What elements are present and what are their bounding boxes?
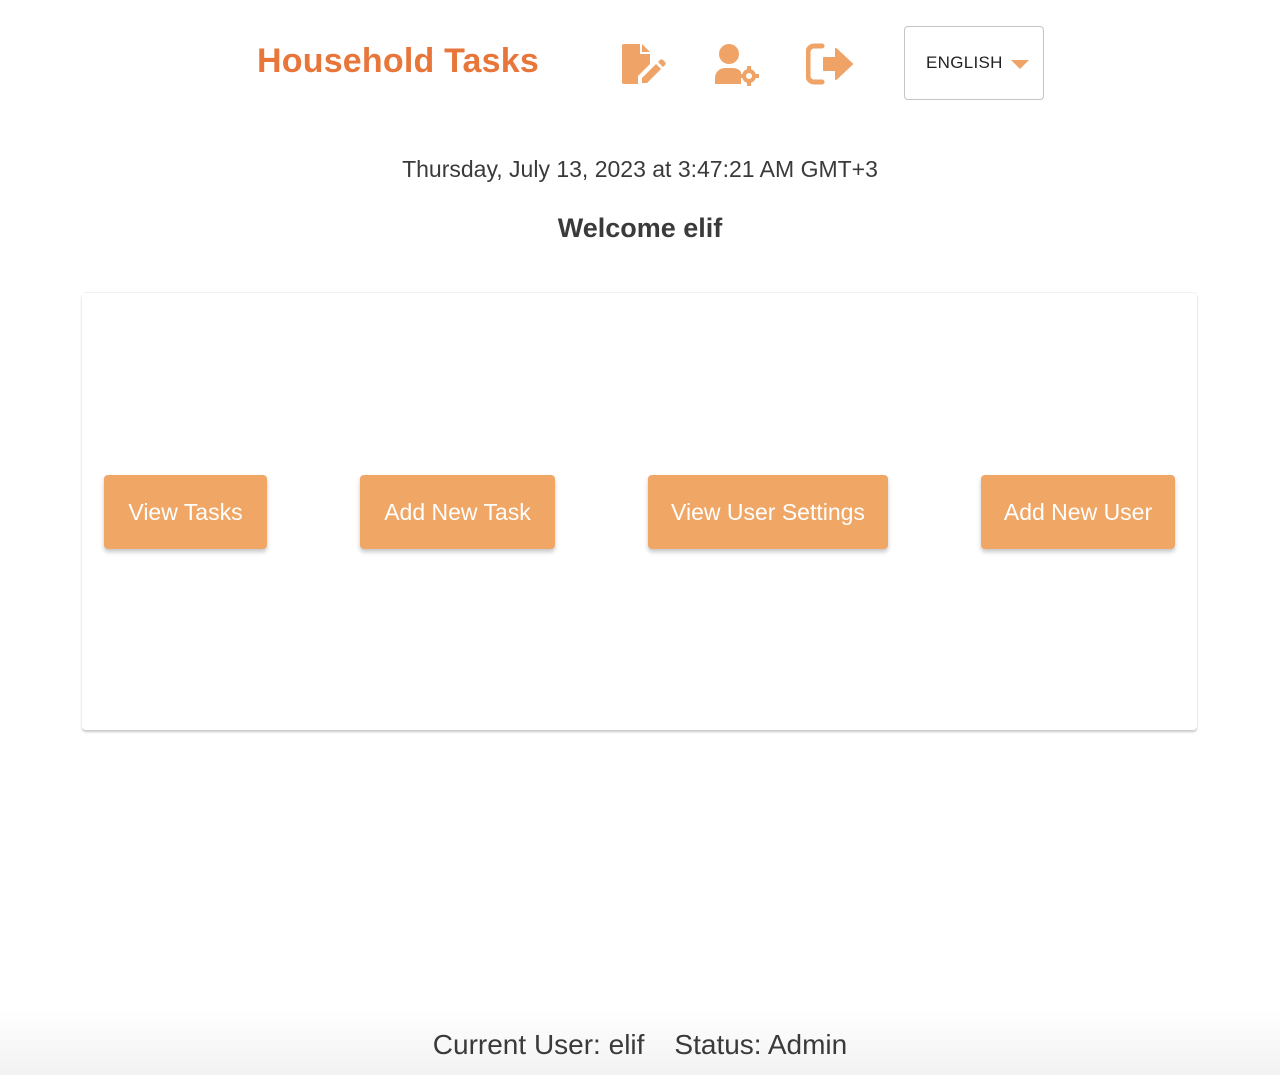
caret-down-icon [1010, 60, 1029, 69]
language-select[interactable]: ENGLISH [904, 26, 1044, 100]
view-user-settings-button[interactable]: View User Settings [648, 475, 888, 549]
edit-task-nav-button[interactable] [620, 40, 668, 88]
logout-icon [806, 43, 853, 85]
page: Household Tasks ENGLISH Thursday, July 1… [0, 0, 1280, 1075]
view-tasks-button[interactable]: View Tasks [104, 475, 267, 549]
logout-nav-button[interactable] [806, 40, 854, 88]
current-user-label: Current User: elif [432, 1029, 645, 1060]
footer: Current User: elif Status: Admin [0, 1029, 1280, 1061]
welcome-message: Welcome elif [557, 213, 723, 243]
language-selected-value: ENGLISH [926, 53, 1003, 72]
app-title: Household Tasks [257, 42, 539, 80]
add-new-user-button[interactable]: Add New User [981, 475, 1175, 549]
user-settings-icon [715, 44, 759, 86]
add-new-task-button[interactable]: Add New Task [360, 475, 555, 549]
actions-card: View Tasks Add New Task View User Settin… [82, 292, 1197, 730]
edit-document-icon [622, 44, 666, 84]
current-datetime: Thursday, July 13, 2023 at 3:47:21 AM GM… [402, 156, 878, 182]
user-status-label: Status: Admin [674, 1029, 848, 1060]
user-settings-nav-button[interactable] [713, 40, 761, 88]
